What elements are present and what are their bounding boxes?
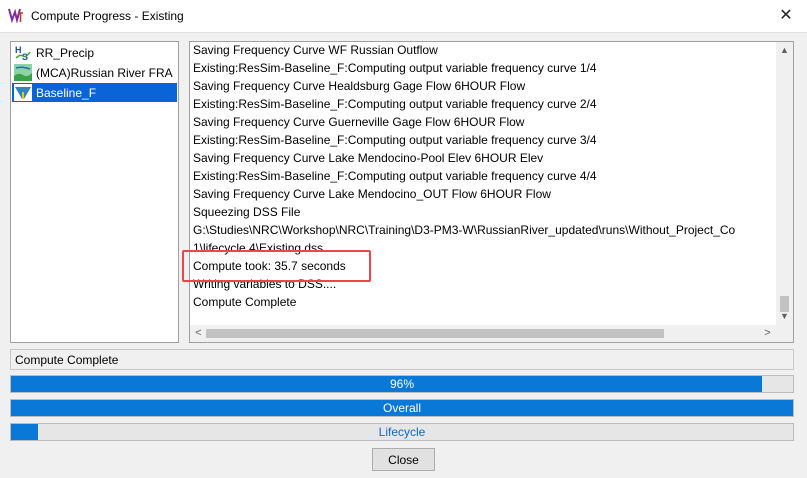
simulation-item-mca-russian-river[interactable]: (MCA)Russian River FRA — [12, 63, 177, 82]
compute-log-panel[interactable]: Saving Frequency Curve WF Russian Outflo… — [189, 41, 794, 343]
progress-label: 96% — [389, 377, 415, 391]
progress-label: Lifecycle — [378, 425, 426, 439]
log-horizontal-scrollbar[interactable]: < > — [190, 325, 776, 342]
log-line: Existing:ResSim-Baseline_F:Computing out… — [193, 97, 597, 111]
scrollbar-corner — [776, 325, 793, 342]
log-line: Existing:ResSim-Baseline_F:Computing out… — [193, 133, 597, 147]
mca-map-icon — [14, 64, 32, 81]
annotation-highlight-box — [182, 250, 371, 282]
progress-label: Overall — [382, 401, 421, 415]
current-progress-bar: 96% — [10, 375, 794, 393]
scroll-right-icon[interactable]: > — [759, 325, 776, 342]
log-line: Existing:ResSim-Baseline_F:Computing out… — [193, 61, 597, 75]
scroll-left-icon[interactable]: < — [190, 325, 207, 342]
log-line: Compute Complete — [193, 295, 297, 309]
log-line: Saving Frequency Curve WF Russian Outflo… — [193, 43, 438, 57]
log-line: Saving Frequency Curve Guerneville Gage … — [193, 115, 525, 129]
window-title: Compute Progress - Existing — [31, 9, 184, 23]
hec-wat-app-icon — [8, 8, 23, 23]
simulation-item-rr-precip[interactable]: H S RR_Precip — [12, 43, 177, 62]
log-line: G:\Studies\NRC\Workshop\NRC\Training\D3-… — [193, 223, 736, 237]
status-text: Compute Complete — [15, 353, 119, 367]
compute-log: Saving Frequency Curve WF Russian Outflo… — [193, 42, 779, 325]
log-line: Squeezing DSS File — [193, 205, 301, 219]
simulation-list[interactable]: H S RR_Precip (MCA)Russian River FRA Bas… — [10, 41, 179, 343]
svg-text:H: H — [15, 45, 22, 55]
close-icon[interactable]: ✕ — [775, 5, 797, 27]
log-line: Saving Frequency Curve Lake Mendocino-Po… — [193, 151, 544, 165]
log-line: Saving Frequency Curve Healdsburg Gage F… — [193, 79, 526, 93]
overall-progress-bar: Overall — [10, 399, 794, 417]
lifecycle-progress-bar: Lifecycle — [10, 423, 794, 441]
simulation-item-baseline-f[interactable]: Baseline_F — [12, 83, 177, 102]
log-line: Existing:ResSim-Baseline_F:Computing out… — [193, 169, 597, 183]
simulation-label: Baseline_F — [36, 86, 97, 100]
simulation-label: RR_Precip — [36, 46, 95, 60]
hms-icon: H S — [14, 44, 32, 61]
log-vertical-scrollbar[interactable]: ▲ ▼ — [776, 42, 793, 325]
log-line: Saving Frequency Curve Lake Mendocino_OU… — [193, 187, 551, 201]
simulation-label: (MCA)Russian River FRA — [36, 66, 173, 80]
title-bar: Compute Progress - Existing ✕ — [0, 0, 807, 33]
scroll-up-icon[interactable]: ▲ — [776, 42, 793, 59]
close-button[interactable]: Close — [372, 448, 435, 471]
scroll-down-icon[interactable]: ▼ — [776, 308, 793, 325]
ressim-icon — [14, 84, 32, 101]
horizontal-scroll-thumb[interactable] — [206, 329, 664, 338]
status-bar: Compute Complete — [10, 349, 794, 370]
